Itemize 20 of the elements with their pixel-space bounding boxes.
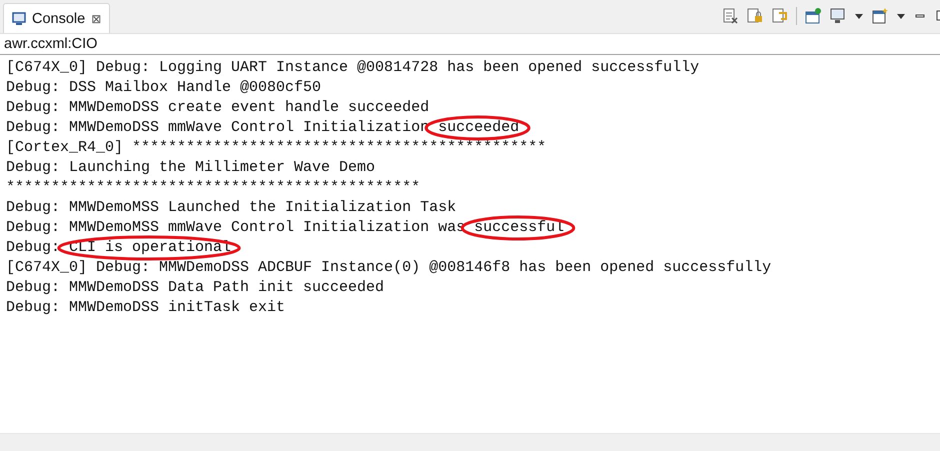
console-line: Debug: MMWDemoMSS Launched the Initialization Task [6,198,458,218]
close-tab-button[interactable]: ⊠ [91,12,102,26]
console-line: Debug: MMWDemoDSS Data Path init succeeded [6,278,386,298]
scroll-lock-icon[interactable] [746,7,764,25]
monitor-icon [12,12,26,26]
console-line: Debug: DSS Mailbox Handle @0080cf50 [6,78,322,98]
clear-console-icon[interactable] [721,7,739,25]
new-console-icon[interactable] [871,7,889,25]
display-console-icon[interactable] [829,7,847,25]
word-wrap-icon[interactable] [771,7,789,25]
console-line: [Cortex_R4_0] ********************************************** [6,138,548,158]
console-line: Debug: Launching the Millimeter Wave Demo [6,158,376,178]
console-line: Debug: MMWDemoDSS initTask exit [6,298,286,318]
console-line: ********************************************** [6,178,422,198]
console-name: awr.ccxml:CIO [4,36,98,52]
console-line: [C674X_0] Debug: Logging UART Instance @00814728 has been opened successfully [6,58,700,78]
console-tab[interactable]: Console ⊠ [3,3,110,33]
pin-icon[interactable] [804,7,822,25]
console-line: [C674X_0] Debug: MMWDemoDSS ADCBUF Instance(0) @008146f8 has been opened successfully [6,258,772,278]
console-line: Debug: MMWDemoDSS create event handle succeeded [6,98,430,118]
